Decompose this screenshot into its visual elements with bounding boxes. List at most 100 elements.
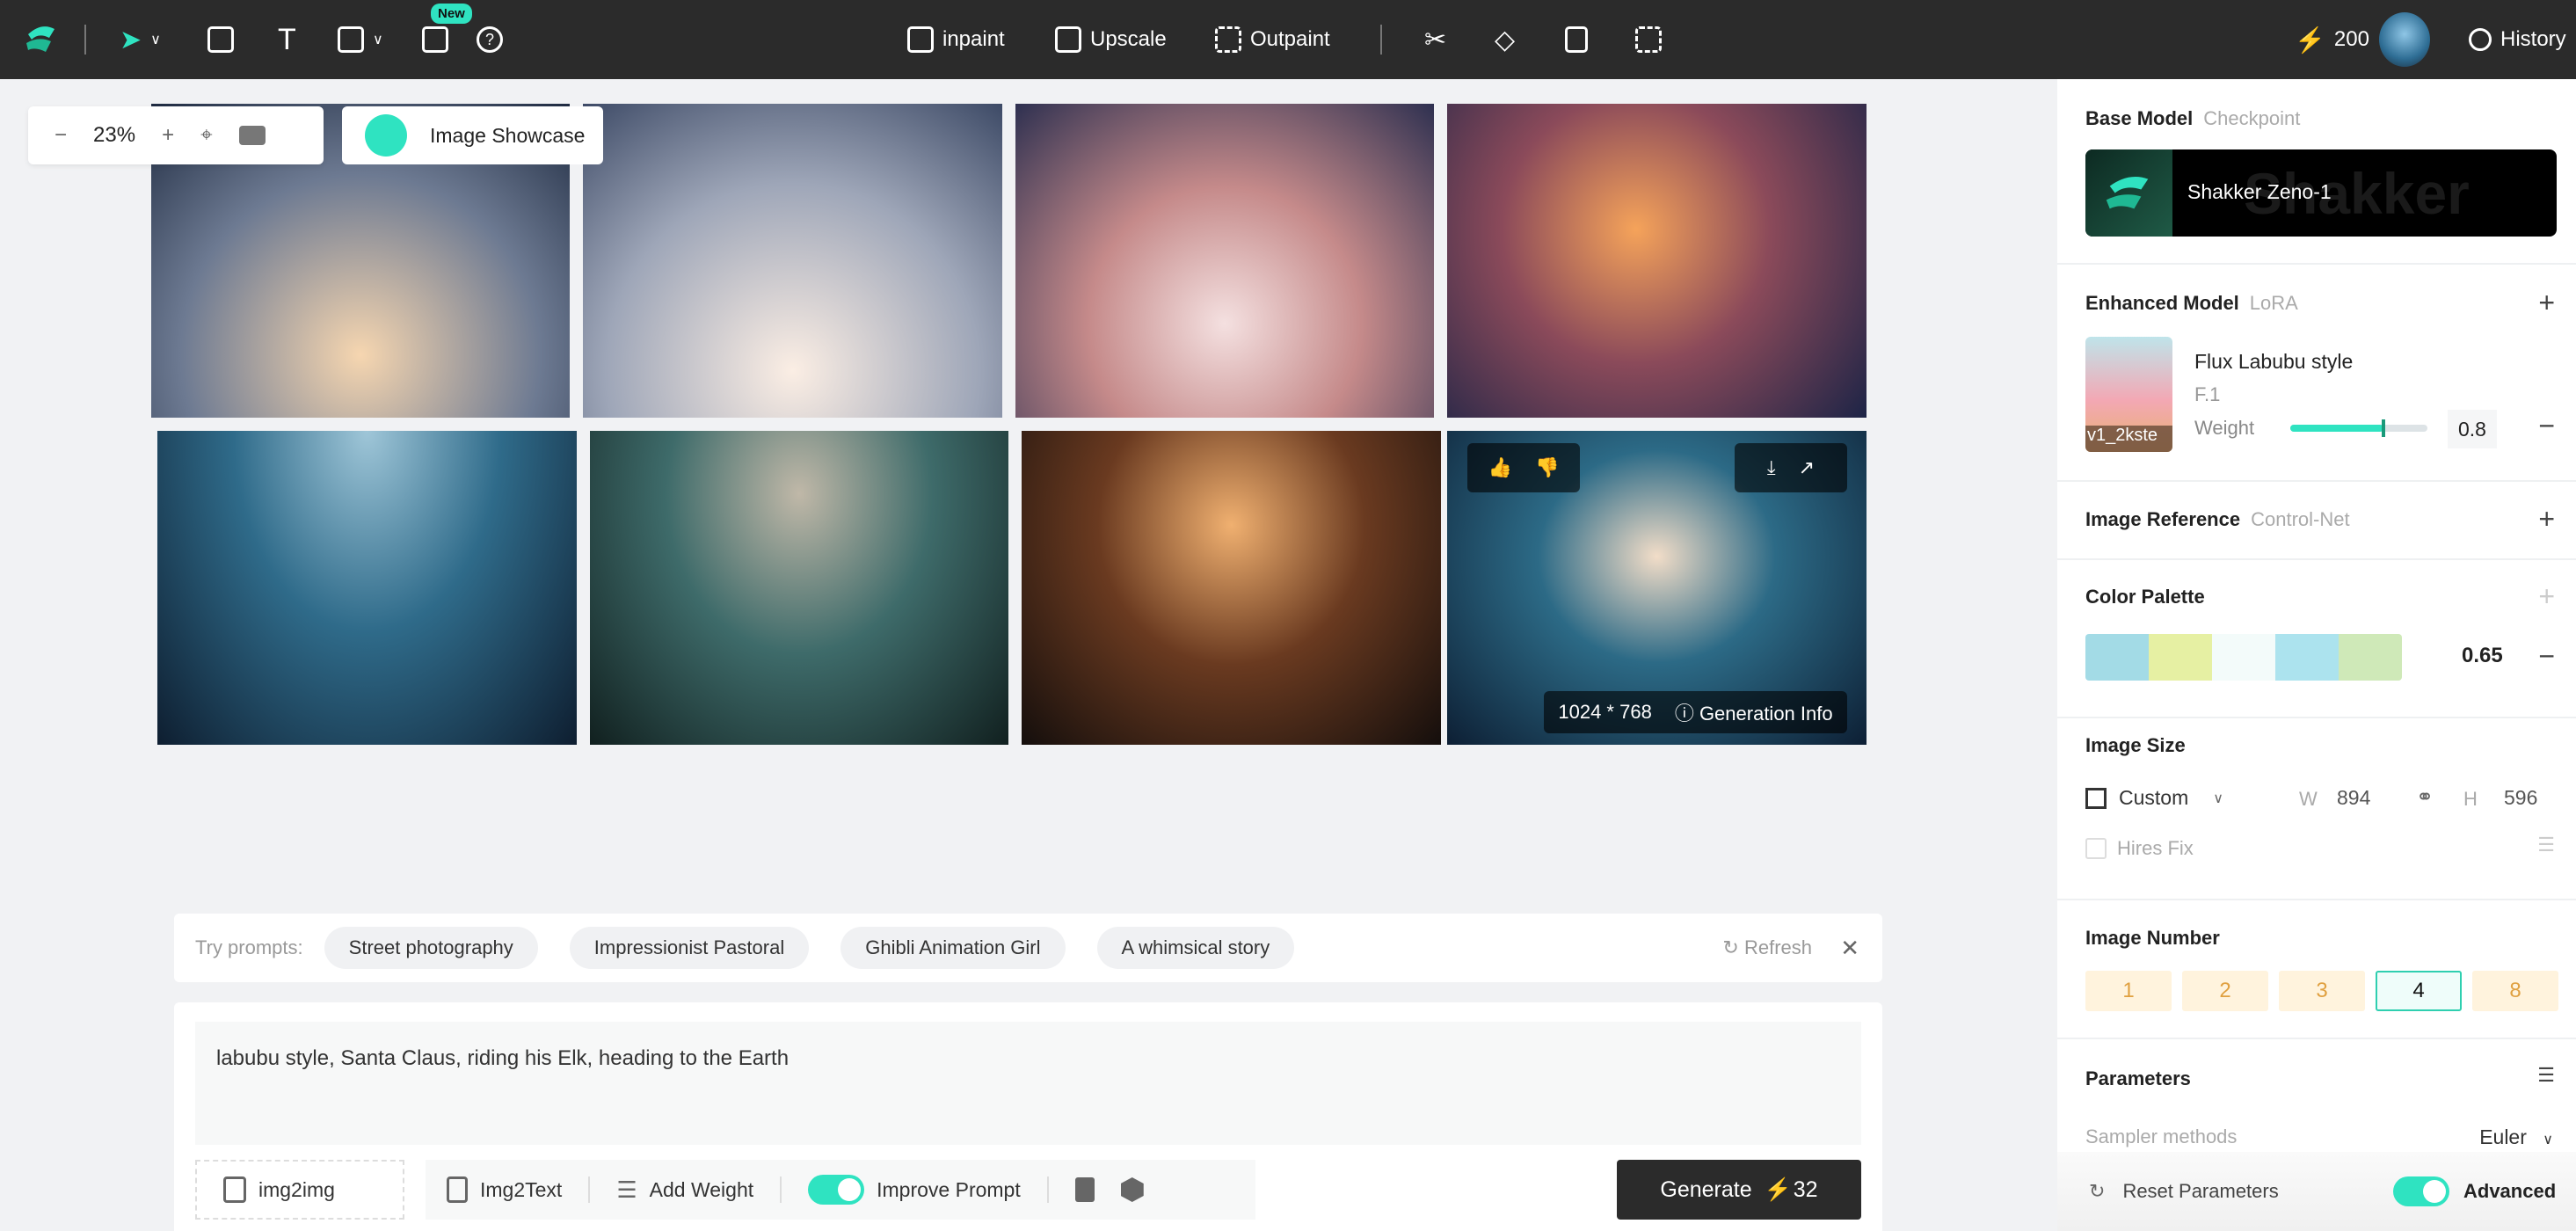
remove-palette-icon[interactable]: − bbox=[2538, 642, 2555, 670]
sliders-icon[interactable]: ☰ bbox=[2537, 1066, 2555, 1085]
refresh-button[interactable]: ↻ Refresh bbox=[1722, 936, 1812, 959]
checkbox[interactable] bbox=[2085, 838, 2107, 859]
reset-parameters-button[interactable]: ↻ Reset Parameters bbox=[2089, 1180, 2279, 1203]
lightning-icon: ⚡ bbox=[1764, 1176, 1792, 1202]
zoom-in-button[interactable]: + bbox=[162, 123, 174, 148]
help-button[interactable]: ? bbox=[477, 0, 503, 79]
image-showcase-button[interactable]: Image Showcase bbox=[342, 106, 603, 164]
prompt-chip[interactable]: Street photography bbox=[324, 927, 538, 969]
zoom-out-button[interactable]: − bbox=[55, 123, 67, 148]
generated-image[interactable] bbox=[1015, 104, 1434, 418]
settings-hexagon-icon[interactable] bbox=[1120, 1177, 1144, 1202]
inpaint-button[interactable]: inpaint bbox=[907, 0, 1005, 79]
image-plus-icon bbox=[207, 26, 234, 53]
credits-count: 200 bbox=[2333, 27, 2369, 51]
palette-swatch[interactable] bbox=[2212, 634, 2275, 681]
palette-swatch[interactable] bbox=[2275, 634, 2339, 681]
generated-image-selected[interactable]: 👍 👎 ⤓ ↗ 1024 * 768 ⓘ Generation Info bbox=[1447, 431, 1867, 745]
help-icon: ? bbox=[477, 26, 503, 53]
toggle-switch[interactable] bbox=[808, 1175, 865, 1205]
refresh-label: Refresh bbox=[1743, 936, 1812, 958]
image-number-option[interactable]: 2 bbox=[2182, 971, 2268, 1011]
history-button[interactable]: History bbox=[2469, 0, 2566, 79]
upscale-button[interactable]: Upscale bbox=[1055, 0, 1167, 79]
height-input[interactable]: 596 bbox=[2504, 786, 2537, 810]
prompt-input[interactable]: labubu style, Santa Claus, riding his El… bbox=[195, 1022, 1861, 1145]
generated-image[interactable] bbox=[1447, 104, 1867, 418]
slider-handle[interactable] bbox=[2382, 419, 2385, 437]
add-image-button[interactable] bbox=[207, 0, 234, 79]
generated-image[interactable] bbox=[590, 431, 1008, 745]
logo[interactable] bbox=[19, 0, 63, 79]
width-input[interactable]: 894 bbox=[2337, 786, 2370, 810]
download-icon[interactable]: ⤓ bbox=[1767, 456, 1776, 479]
select-tool[interactable]: ➤ ∨ bbox=[120, 0, 161, 79]
link-icon[interactable]: ⚭ bbox=[2416, 784, 2434, 810]
outpaint-button[interactable]: Outpaint bbox=[1215, 0, 1330, 79]
checkpoint-label: Checkpoint bbox=[2203, 107, 2301, 129]
prompt-chip[interactable]: Ghibli Animation Girl bbox=[840, 927, 1066, 969]
prompt-chip[interactable]: Impressionist Pastoral bbox=[569, 927, 810, 969]
sliders-icon[interactable]: ☰ bbox=[2537, 835, 2555, 855]
thumbs-down-icon[interactable]: 👎 bbox=[1535, 456, 1559, 479]
refresh-icon: ↻ bbox=[2089, 1180, 2106, 1202]
outpaint-icon bbox=[1215, 26, 1241, 53]
keyboard-icon[interactable] bbox=[238, 126, 266, 145]
weight-slider[interactable] bbox=[2290, 419, 2427, 437]
generated-image[interactable] bbox=[583, 104, 1002, 418]
open-external-icon[interactable]: ↗ bbox=[1799, 456, 1815, 479]
weight-input[interactable]: 0.8 bbox=[2448, 410, 2497, 448]
add-weight-label: Add Weight bbox=[649, 1177, 754, 1201]
cursor-icon: ➤ bbox=[120, 25, 142, 55]
lora-thumbnail[interactable]: v1_2kste bbox=[2085, 337, 2172, 452]
thumbs-up-icon[interactable]: 👍 bbox=[1488, 456, 1512, 479]
image-reference-title: Image Reference Control-Net bbox=[2085, 508, 2350, 530]
base-model-card[interactable]: Shakker Shakker Zeno-1 bbox=[2085, 149, 2557, 237]
image-number-option[interactable]: 8 bbox=[2472, 971, 2558, 1011]
advanced-toggle[interactable] bbox=[2393, 1176, 2449, 1206]
img2img-button[interactable]: img2img bbox=[195, 1160, 404, 1220]
palette-swatch[interactable] bbox=[2339, 634, 2402, 681]
chevron-down-icon: ∨ bbox=[150, 33, 161, 47]
close-icon[interactable]: ✕ bbox=[1840, 935, 1859, 962]
add-weight-button[interactable]: ☰ Add Weight bbox=[616, 1176, 753, 1204]
rectangle-icon bbox=[338, 26, 364, 53]
color-palette[interactable] bbox=[2085, 634, 2402, 681]
generate-button[interactable]: Generate ⚡ 32 bbox=[1617, 1160, 1861, 1220]
img2text-label: Img2Text bbox=[480, 1177, 563, 1201]
prompt-chip[interactable]: A whimsical story bbox=[1096, 927, 1295, 969]
generated-image[interactable] bbox=[157, 431, 577, 745]
generate-cost: 32 bbox=[1793, 1176, 1818, 1202]
improve-prompt-toggle[interactable]: Improve Prompt bbox=[808, 1175, 1021, 1205]
trash-icon[interactable] bbox=[1074, 1177, 1095, 1202]
palette-swatch[interactable] bbox=[2085, 634, 2149, 681]
add-reference-icon[interactable]: + bbox=[2538, 505, 2555, 533]
hires-fix-checkbox[interactable]: Hires Fix bbox=[2085, 837, 2194, 860]
image-number-option[interactable]: 4 bbox=[2376, 971, 2462, 1011]
add-palette-icon[interactable]: + bbox=[2538, 582, 2555, 610]
image-number-option[interactable]: 3 bbox=[2279, 971, 2365, 1011]
clock-icon bbox=[2469, 28, 2492, 51]
size-preset-select[interactable]: Custom ∨ bbox=[2085, 786, 2223, 810]
text-tool[interactable]: T bbox=[278, 0, 296, 79]
generation-info-button[interactable]: ⓘ Generation Info bbox=[1675, 698, 1833, 726]
remove-lora-icon[interactable]: − bbox=[2538, 412, 2555, 440]
add-lora-icon[interactable]: + bbox=[2538, 288, 2555, 317]
lora-version: F.1 bbox=[2194, 383, 2221, 405]
credits[interactable]: ⚡ 200 bbox=[2295, 0, 2369, 79]
eraser-button[interactable]: ◇ bbox=[1495, 0, 1515, 79]
scissors-icon: ✂ bbox=[1424, 25, 1447, 55]
color-palette-title: Color Palette bbox=[2085, 586, 2205, 608]
img2text-button[interactable]: Img2Text bbox=[447, 1176, 562, 1203]
image-number-option[interactable]: 1 bbox=[2085, 971, 2172, 1011]
shape-tool[interactable]: ∨ bbox=[338, 0, 383, 79]
sampler-select[interactable]: Euler ∨ bbox=[2059, 1125, 2553, 1149]
split-button[interactable] bbox=[1565, 0, 1588, 79]
target-icon[interactable]: ⌖ bbox=[200, 123, 213, 148]
palette-swatch[interactable] bbox=[2149, 634, 2212, 681]
generated-image[interactable] bbox=[1022, 431, 1441, 745]
select-region-button[interactable] bbox=[1635, 0, 1662, 79]
avatar[interactable] bbox=[2379, 12, 2430, 67]
feedback-controls: 👍 👎 bbox=[1467, 443, 1580, 492]
cut-button[interactable]: ✂ bbox=[1424, 0, 1446, 79]
